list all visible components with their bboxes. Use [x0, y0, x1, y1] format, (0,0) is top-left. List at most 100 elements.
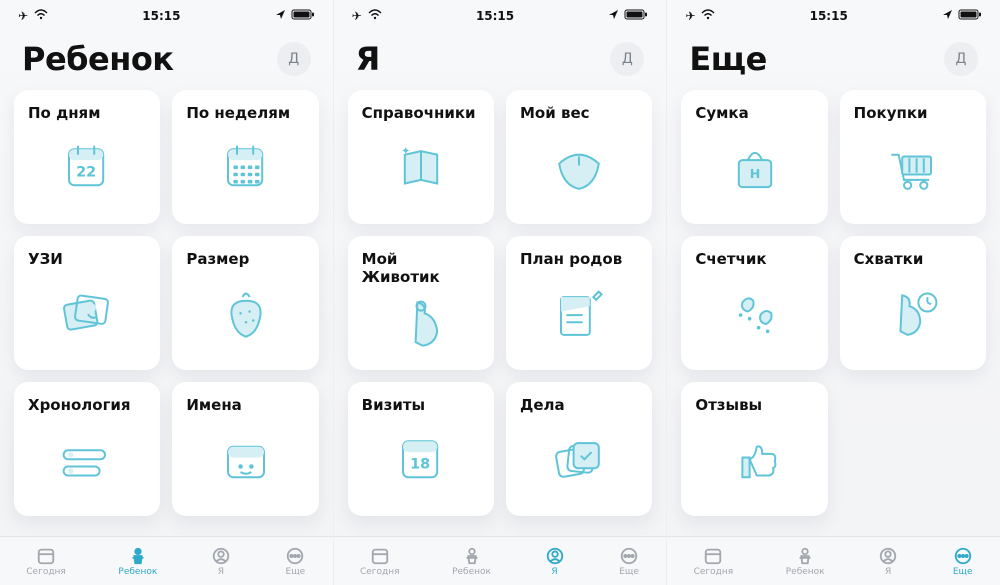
card-title: Сумка [695, 104, 813, 122]
location-icon [608, 9, 619, 23]
card-belly[interactable]: Мой Животик [348, 236, 494, 370]
avatar[interactable]: Д [610, 42, 644, 76]
status-time: 15:15 [142, 9, 180, 23]
tab-label: Ребенок [118, 567, 157, 577]
tab-bar: Сегодня Ребенок Я Еще [334, 536, 667, 585]
tab-more[interactable]: Еще [284, 546, 306, 577]
calendar-week-icon [186, 122, 304, 224]
counter-icon [695, 268, 813, 370]
card-names[interactable]: Имена [172, 382, 318, 516]
belly-icon [362, 286, 480, 370]
battery-icon [624, 9, 648, 23]
card-title: Отзывы [695, 396, 813, 414]
card-calendar-week[interactable]: По неделям [172, 90, 318, 224]
card-title: Визиты [362, 396, 480, 414]
tab-me[interactable]: Я [210, 546, 232, 577]
card-title: Хронология [28, 396, 146, 414]
page-title: Ребенок [22, 40, 174, 78]
tab-today[interactable]: Сегодня [694, 546, 734, 577]
wifi-icon [701, 9, 715, 23]
card-title: Дела [520, 396, 638, 414]
status-bar: ✈ 15:15 [334, 0, 667, 28]
card-strawberry[interactable]: Размер [172, 236, 318, 370]
header: Ребенок Д [0, 28, 333, 82]
todo-icon [520, 414, 638, 516]
card-thumbsup[interactable]: Отзывы [681, 382, 827, 516]
card-title: Покупки [854, 104, 972, 122]
battery-icon [291, 9, 315, 23]
cards-grid: Справочники ✦Мой вес Мой Животик План ро… [334, 82, 667, 536]
card-title: Размер [186, 250, 304, 268]
airplane-icon: ✈ [352, 9, 362, 23]
card-bag[interactable]: Сумка H [681, 90, 827, 224]
page-title: Я [356, 40, 380, 78]
card-counter[interactable]: Счетчик [681, 236, 827, 370]
visits-icon: 18 [362, 414, 480, 516]
card-title: Счетчик [695, 250, 813, 268]
status-bar: ✈ 15:15 [667, 0, 1000, 28]
card-book[interactable]: Справочники ✦ [348, 90, 494, 224]
card-contractions[interactable]: Схватки [840, 236, 986, 370]
wifi-icon [368, 9, 382, 23]
card-plan[interactable]: План родов [506, 236, 652, 370]
tab-label: Ребенок [452, 567, 491, 577]
card-title: По дням [28, 104, 146, 122]
svg-text:H: H [749, 166, 760, 181]
names-icon [186, 414, 304, 516]
svg-text:✦: ✦ [401, 145, 410, 158]
battery-icon [958, 9, 982, 23]
location-icon [275, 9, 286, 23]
tab-label: Сегодня [694, 567, 734, 577]
bag-icon: H [695, 122, 813, 224]
card-title: Справочники [362, 104, 480, 122]
tab-more[interactable]: Еще [952, 546, 974, 577]
phone-more: ✈ 15:15 Еще Д Сумка H Покупки Счетчик Схв… [667, 0, 1000, 585]
tab-label: Сегодня [360, 567, 400, 577]
timeline-icon [28, 414, 146, 516]
cards-grid: Сумка H Покупки Счетчик Схватки Отзывы [667, 82, 1000, 536]
header: Я Д [334, 28, 667, 82]
card-title: Имена [186, 396, 304, 414]
svg-text:22: 22 [76, 164, 96, 180]
avatar[interactable]: Д [944, 42, 978, 76]
tab-today[interactable]: Сегодня [360, 546, 400, 577]
scale-icon [520, 122, 638, 224]
tab-label: Сегодня [26, 567, 66, 577]
card-cart[interactable]: Покупки [840, 90, 986, 224]
tab-baby[interactable]: Ребенок [786, 546, 825, 577]
card-title: УЗИ [28, 250, 146, 268]
tab-baby[interactable]: Ребенок [118, 546, 157, 577]
card-title: План родов [520, 250, 638, 268]
tab-label: Еще [953, 567, 973, 577]
page-title: Еще [689, 40, 766, 78]
card-todo[interactable]: Дела [506, 382, 652, 516]
tab-bar: Сегодня Ребенок Я Еще [0, 536, 333, 585]
phone-me: ✈ 15:15 Я Д Справочники ✦Мой вес Мой Жив… [334, 0, 668, 585]
contractions-icon [854, 268, 972, 370]
avatar[interactable]: Д [277, 42, 311, 76]
svg-text:18: 18 [410, 456, 430, 472]
tab-label: Я [551, 567, 557, 577]
tab-baby[interactable]: Ребенок [452, 546, 491, 577]
tab-label: Еще [619, 567, 639, 577]
tab-label: Я [885, 567, 891, 577]
wifi-icon [34, 9, 48, 23]
card-scale[interactable]: Мой вес [506, 90, 652, 224]
airplane-icon: ✈ [685, 9, 695, 23]
card-title: По неделям [186, 104, 304, 122]
card-calendar-day[interactable]: По дням 22 [14, 90, 160, 224]
airplane-icon: ✈ [18, 9, 28, 23]
tab-me[interactable]: Я [877, 546, 899, 577]
tab-more[interactable]: Еще [618, 546, 640, 577]
card-visits[interactable]: Визиты 18 [348, 382, 494, 516]
book-icon: ✦ [362, 122, 480, 224]
tab-bar: Сегодня Ребенок Я Еще [667, 536, 1000, 585]
phone-child: ✈ 15:15 Ребенок Д По дням 22 По неделям У… [0, 0, 334, 585]
card-timeline[interactable]: Хронология [14, 382, 160, 516]
tab-me[interactable]: Я [544, 546, 566, 577]
plan-icon [520, 268, 638, 370]
status-time: 15:15 [810, 9, 848, 23]
card-title: Мой Животик [362, 250, 480, 286]
tab-today[interactable]: Сегодня [26, 546, 66, 577]
card-ultrasound[interactable]: УЗИ [14, 236, 160, 370]
